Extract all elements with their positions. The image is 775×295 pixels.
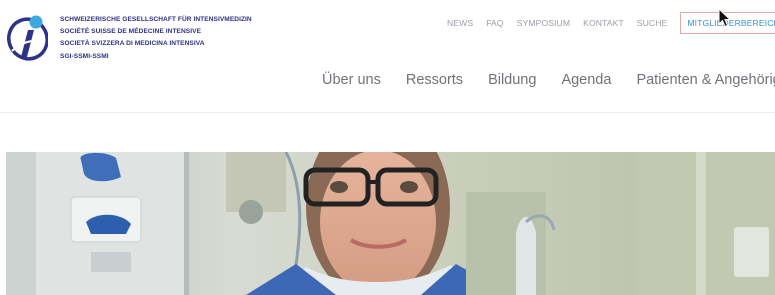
topnav-news[interactable]: NEWS	[447, 18, 473, 28]
sgi-logo-icon[interactable]	[6, 13, 48, 61]
header-divider	[0, 112, 775, 113]
topnav-faq[interactable]: FAQ	[486, 18, 504, 28]
mouse-cursor-icon	[718, 8, 732, 28]
organization-name: SCHWEIZERISCHE GESELLSCHAFT FÜR INTENSIV…	[60, 14, 252, 63]
topnav-kontakt[interactable]: KONTAKT	[583, 18, 624, 28]
nav-ueber-uns[interactable]: Über uns	[322, 72, 381, 88]
nav-patienten[interactable]: Patienten & Angehörige	[636, 72, 775, 88]
nav-agenda[interactable]: Agenda	[561, 72, 611, 88]
org-name-de: SCHWEIZERISCHE GESELLSCHAFT FÜR INTENSIV…	[60, 16, 252, 23]
org-name-fr: SOCIÉTÉ SUISSE DE MÉDECINE INTENSIVE	[60, 28, 202, 36]
nav-ressorts[interactable]: Ressorts	[406, 72, 463, 88]
topnav-symposium[interactable]: SYMPOSIUM	[517, 18, 570, 28]
nav-bildung[interactable]: Bildung	[488, 72, 536, 88]
hero-photo	[6, 152, 775, 295]
main-navigation: Über uns Ressorts Bildung Agenda Patient…	[322, 72, 775, 88]
org-abbreviation: SGI-SSMI-SSMI	[60, 52, 109, 60]
org-name-it: SOCIETÀ SVIZZERA DI MEDICINA INTENSIVA	[60, 40, 205, 48]
topnav-suche[interactable]: SUCHE	[637, 18, 668, 28]
hero-image	[6, 152, 775, 295]
